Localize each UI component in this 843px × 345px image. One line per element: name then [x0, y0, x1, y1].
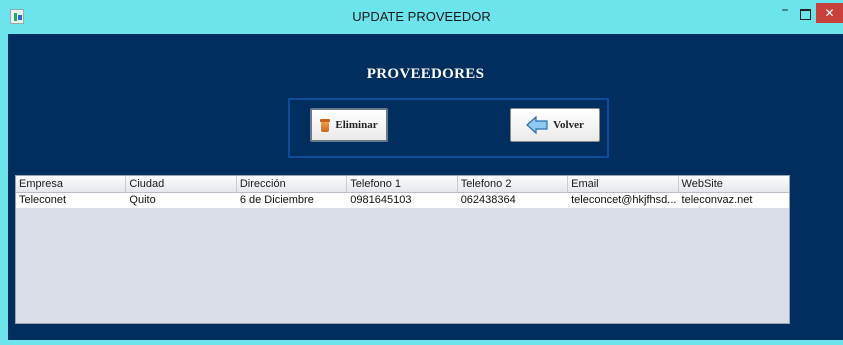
app-window: UPDATE PROVEEDOR – ✕ PROVEEDORES Elimina…	[0, 0, 843, 345]
window-border	[0, 340, 843, 345]
back-arrow-icon	[526, 115, 548, 135]
window-title: UPDATE PROVEEDOR	[352, 9, 491, 24]
trash-icon	[320, 118, 331, 132]
column-header[interactable]: Empresa	[16, 176, 127, 193]
table-cell[interactable]: teleconvaz.net	[679, 193, 789, 208]
back-button-label: Volver	[553, 119, 584, 131]
main-panel: PROVEEDORES Eliminar Volver Empresa Ciud…	[8, 34, 843, 340]
table-cell[interactable]: 0981645103	[347, 193, 457, 208]
providers-table[interactable]: Empresa Ciudad Dirección Telefono 1 Tele…	[15, 175, 790, 324]
table-cell[interactable]: teleconcet@hkjfhsd...	[568, 193, 678, 208]
back-button[interactable]: Volver	[510, 108, 600, 142]
column-header[interactable]: Telefono 1	[347, 176, 458, 193]
button-panel: Eliminar Volver	[288, 98, 609, 158]
column-header[interactable]: Telefono 2	[458, 176, 569, 193]
column-header[interactable]: Email	[568, 176, 679, 193]
column-header[interactable]: Ciudad	[126, 176, 237, 193]
delete-button-label: Eliminar	[335, 119, 378, 131]
table-cell[interactable]: Quito	[126, 193, 236, 208]
maximize-button[interactable]	[796, 4, 816, 26]
page-title: PROVEEDORES	[366, 66, 485, 82]
column-header[interactable]: Dirección	[237, 176, 348, 193]
table-cell[interactable]: 062438364	[458, 193, 568, 208]
table-header: Empresa Ciudad Dirección Telefono 1 Tele…	[16, 176, 789, 193]
delete-button[interactable]: Eliminar	[310, 108, 388, 142]
title-bar[interactable]: UPDATE PROVEEDOR – ✕	[0, 0, 843, 34]
table-cell[interactable]: 6 de Diciembre	[237, 193, 347, 208]
table-cell[interactable]: Teleconet	[16, 193, 126, 208]
minimize-button[interactable]: –	[773, 2, 797, 24]
column-header[interactable]: WebSite	[679, 176, 789, 193]
close-button[interactable]: ✕	[816, 3, 843, 23]
table-row[interactable]: Teleconet Quito 6 de Diciembre 098164510…	[16, 193, 789, 208]
